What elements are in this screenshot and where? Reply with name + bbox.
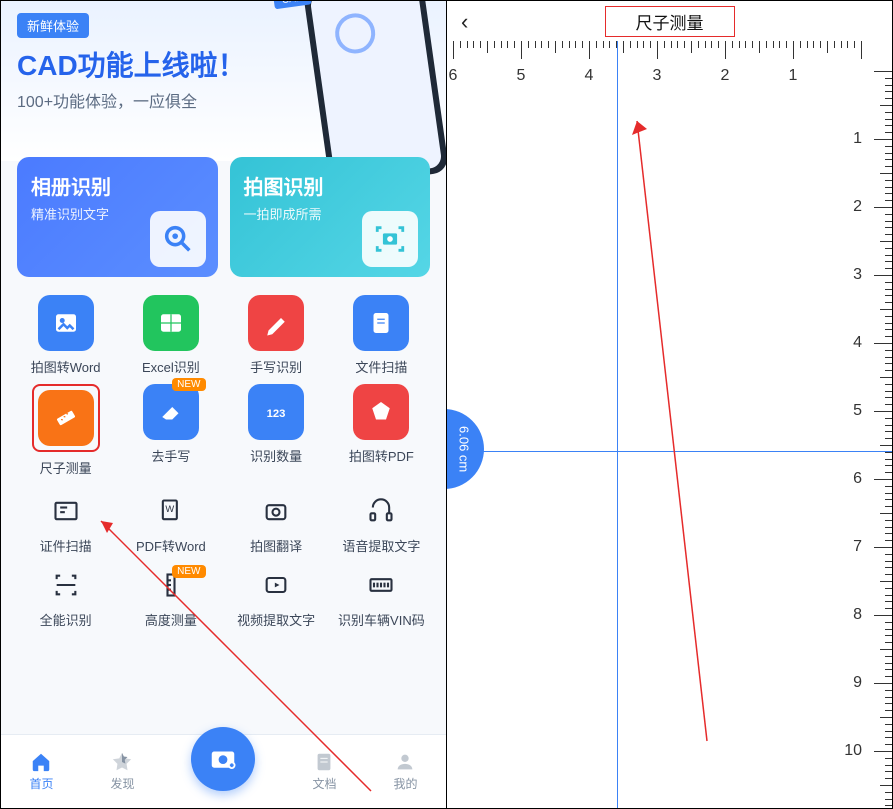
tool-height[interactable]: NEW高度测量 <box>122 571 219 629</box>
tool-id[interactable]: 证件扫描 <box>17 497 114 555</box>
tool-pen[interactable]: 手写识别 <box>228 295 325 376</box>
back-button[interactable]: ‹ <box>461 9 468 35</box>
nav-label: 发现 <box>110 775 134 792</box>
new-badge: NEW <box>172 565 205 578</box>
pdf-icon <box>353 384 409 440</box>
nav-label: 文档 <box>312 775 336 792</box>
eraser-icon <box>143 384 199 440</box>
image-icon <box>38 295 94 351</box>
vertical-ruler[interactable]: 1234567891011 <box>832 41 892 808</box>
card-title: 相册识别 <box>31 171 204 200</box>
h-ruler-label: 2 <box>721 67 730 85</box>
page-title: 尺子测量 <box>605 6 735 37</box>
horizontal-ruler[interactable]: 6 5 4 3 2 1 <box>447 41 892 101</box>
tool-convert[interactable]: W PDF转Word <box>122 497 219 555</box>
promo-banner: 新鲜体验 CAD功能上线啦！ 100+功能体验，一应俱全 CAD <box>1 1 446 161</box>
nav-docs[interactable]: 文档 <box>312 751 336 792</box>
magnifier-icon <box>150 211 206 267</box>
svg-text:W: W <box>165 504 174 514</box>
tile-label: PDF转Word <box>136 536 206 555</box>
tile-label: 高度测量 <box>145 610 197 629</box>
tool-audio[interactable]: 语音提取文字 <box>333 497 430 555</box>
tile-label: Excel识别 <box>142 357 200 376</box>
v-ruler-label: 8 <box>853 606 862 624</box>
convert-icon: W <box>157 497 185 530</box>
tile-label: 证件扫描 <box>40 536 92 555</box>
tile-label: 全能识别 <box>40 610 92 629</box>
h-ruler-label: 3 <box>653 67 662 85</box>
measurement-bubble: 6.06 cm <box>447 409 484 489</box>
pen-icon <box>248 295 304 351</box>
123-icon: 123 <box>248 384 304 440</box>
v-ruler-label: 7 <box>853 538 862 556</box>
tile-label: 视频提取文字 <box>237 610 315 629</box>
cad-tag: CAD <box>273 1 312 9</box>
h-ruler-label: 5 <box>517 67 526 85</box>
v-ruler-label: 3 <box>853 266 862 284</box>
tile-label: 尺子测量 <box>40 458 92 477</box>
v-ruler-label: 9 <box>853 674 862 692</box>
tile-label: 拍图转PDF <box>349 446 414 465</box>
camera-scan-icon <box>362 211 418 267</box>
tile-label: 拍图转Word <box>31 357 101 376</box>
new-badge: 新鲜体验 <box>17 13 89 38</box>
nav-discover[interactable]: 发现 <box>110 751 134 792</box>
tile-label: 文件扫描 <box>355 357 407 376</box>
tile-label: 语音提取文字 <box>342 536 420 555</box>
ruler-icon <box>38 390 94 446</box>
v-ruler-label: 6 <box>853 470 862 488</box>
crosshair-vertical[interactable] <box>617 41 618 808</box>
nav-home[interactable]: 首页 <box>29 751 53 792</box>
h-ruler-label: 1 <box>789 67 798 85</box>
h-ruler-label: 6 <box>449 67 458 85</box>
nav-camera-fab[interactable] <box>191 727 255 791</box>
nav-mine[interactable]: 我的 <box>393 751 417 792</box>
grid-icon <box>143 295 199 351</box>
tile-label: 识别车辆VIN码 <box>338 610 425 629</box>
tool-doc[interactable]: 文件扫描 <box>333 295 430 376</box>
audio-icon <box>367 497 395 530</box>
v-ruler-label: 5 <box>853 402 862 420</box>
scan-icon <box>52 571 80 604</box>
camera-icon <box>262 497 290 530</box>
tool-ruler[interactable]: 尺子测量 <box>17 384 114 477</box>
v-ruler-label: 10 <box>844 742 862 760</box>
tile-label: 拍图翻译 <box>250 536 302 555</box>
tile-label: 手写识别 <box>250 357 302 376</box>
tool-eraser[interactable]: NEW去手写 <box>122 384 219 477</box>
tile-label: 去手写 <box>151 446 190 465</box>
v-ruler-label: 2 <box>853 198 862 216</box>
photo-recognition-card[interactable]: 拍图识别 一拍即成所需 <box>230 157 431 277</box>
new-badge: NEW <box>172 378 205 391</box>
doc-icon <box>353 295 409 351</box>
tool-video[interactable]: 视频提取文字 <box>228 571 325 629</box>
tool-camera[interactable]: 拍图翻译 <box>228 497 325 555</box>
tool-grid[interactable]: Excel识别 <box>122 295 219 376</box>
tool-scan[interactable]: 全能识别 <box>17 571 114 629</box>
crosshair-horizontal[interactable] <box>447 451 892 452</box>
svg-text:123: 123 <box>267 408 286 420</box>
id-icon <box>52 497 80 530</box>
nav-label: 首页 <box>29 775 53 792</box>
album-recognition-card[interactable]: 相册识别 精准识别文字 <box>17 157 218 277</box>
v-ruler-label: 1 <box>853 130 862 148</box>
card-title: 拍图识别 <box>244 171 417 200</box>
tile-label: 识别数量 <box>250 446 302 465</box>
vin-icon <box>367 571 395 604</box>
tool-pdf[interactable]: 拍图转PDF <box>333 384 430 477</box>
nav-label: 我的 <box>393 775 417 792</box>
v-ruler-label: 4 <box>853 334 862 352</box>
tool-123[interactable]: 123 识别数量 <box>228 384 325 477</box>
tool-image[interactable]: 拍图转Word <box>17 295 114 376</box>
bottom-nav: 首页 发现 文档 我的 <box>1 734 446 808</box>
h-ruler-label: 4 <box>585 67 594 85</box>
video-icon <box>262 571 290 604</box>
tool-vin[interactable]: 识别车辆VIN码 <box>333 571 430 629</box>
